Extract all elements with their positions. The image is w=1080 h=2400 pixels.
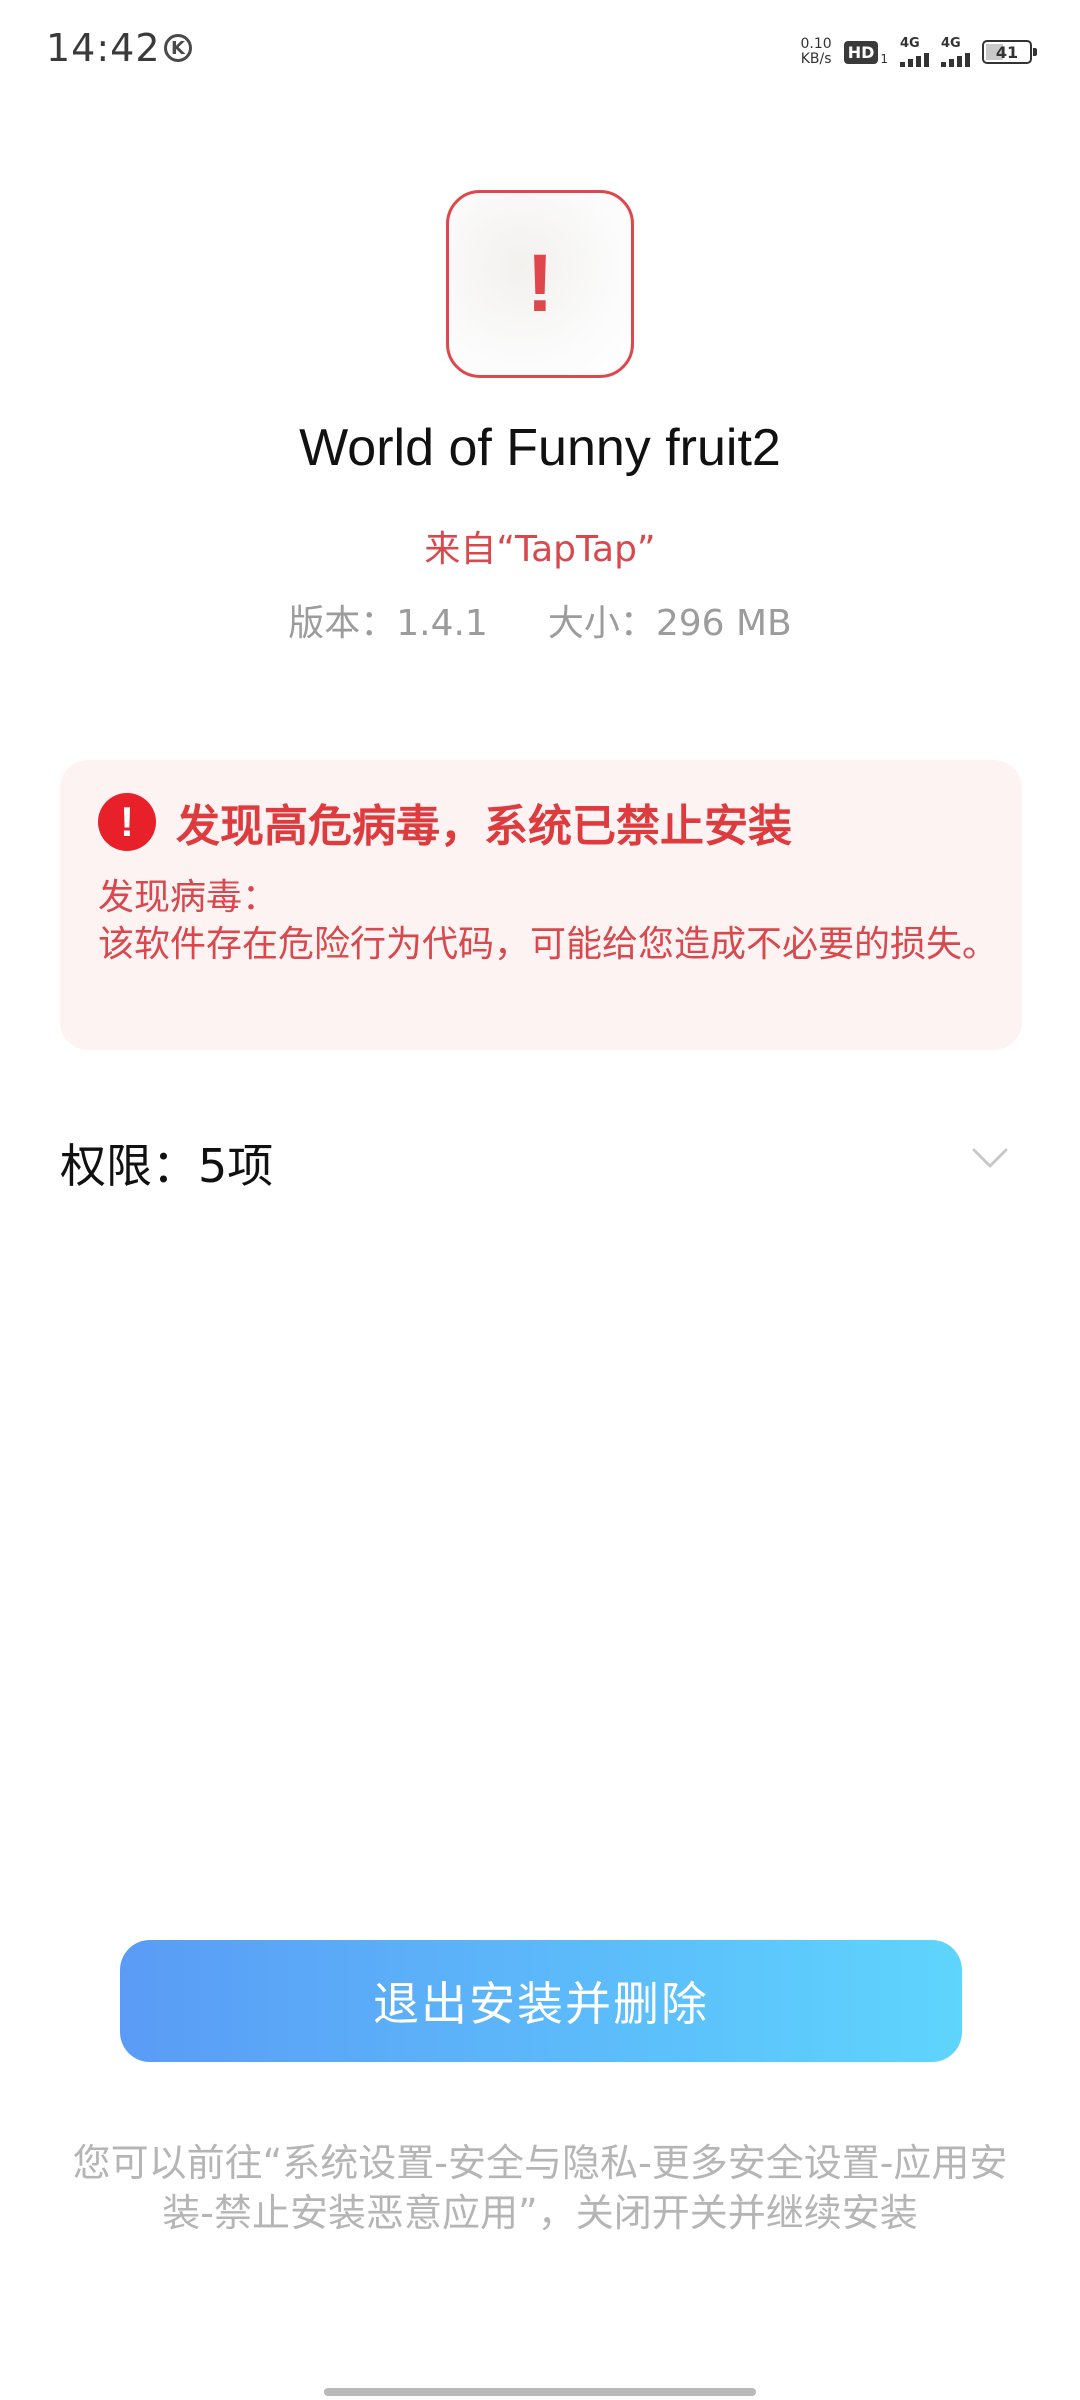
home-indicator[interactable] [324, 2388, 756, 2396]
settings-hint: 您可以前往“系统设置-安全与隐私-更多安全设置-应用安装-禁止安装恶意应用”，关… [72, 2141, 1008, 2235]
warning-body: 发现病毒： 该软件存在危险行为代码，可能给您造成不必要的损失。 [98, 874, 998, 968]
warning-body-line1: 发现病毒： [98, 877, 279, 918]
app-name: World of Funny fruit2 [299, 419, 781, 477]
permissions-label: 权限：5项 [60, 1139, 274, 1193]
app-version: 版本：1.4.1 [288, 603, 488, 644]
status-time: 14:42 [46, 26, 161, 70]
hd-voice-sub: 1 [880, 52, 888, 66]
signal-sim1-label: 4G [900, 36, 920, 51]
status-bar: 14:42 K 0.10 KB/s HD 1 4G 4G 41 [0, 0, 1080, 100]
warning-body-line2: 该软件存在危险行为代码，可能给您造成不必要的损失。 [98, 924, 999, 965]
status-icons: 0.10 KB/s HD 1 4G 4G 41 [801, 32, 1037, 72]
signal-sim2-icon: 4G [941, 37, 970, 67]
app-warning-icon: ! [446, 190, 634, 378]
network-speed: 0.10 KB/s [801, 37, 832, 67]
exit-and-delete-button[interactable]: 退出安装并删除 [120, 1940, 962, 2062]
warning-header: ! 发现高危病毒，系统已禁止安装 [98, 790, 792, 854]
app-size: 大小：296 MB [547, 603, 792, 644]
exclamation-icon: ! [526, 238, 554, 329]
virus-warning-card: ! 发现高危病毒，系统已禁止安装 发现病毒： 该软件存在危险行为代码，可能给您造… [60, 760, 1022, 1050]
k-notification-icon: K [164, 34, 192, 62]
network-speed-unit: KB/s [800, 51, 832, 67]
app-meta: 版本：1.4.1 大小：296 MB [0, 594, 1080, 646]
network-speed-value: 0.10 [800, 36, 832, 52]
signal-sim2-label: 4G [941, 36, 961, 51]
app-source: 来自“TapTap” [424, 529, 656, 570]
warning-title: 发现高危病毒，系统已禁止安装 [176, 801, 792, 852]
chevron-down-icon[interactable] [970, 1138, 1010, 1178]
alert-icon: ! [98, 793, 156, 851]
hd-voice-icon: HD [843, 40, 879, 64]
signal-sim1-icon: 4G [900, 37, 929, 67]
battery-level: 41 [995, 42, 1019, 62]
permissions-row[interactable]: 权限：5项 [60, 1130, 1020, 1193]
install-blocked-screen: 14:42 K 0.10 KB/s HD 1 4G 4G 41 ! World … [0, 0, 1080, 2400]
battery-icon: 41 [982, 40, 1037, 64]
